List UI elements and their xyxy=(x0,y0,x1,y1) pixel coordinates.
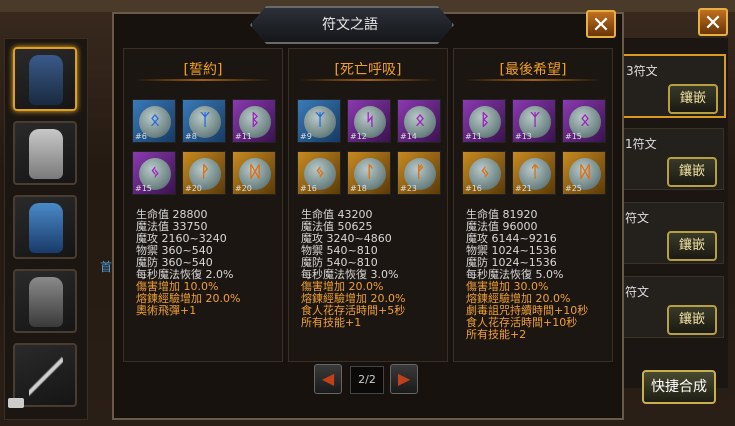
rune-number: #21 xyxy=(515,184,532,193)
rune-icon[interactable]: ᛃ #16 xyxy=(462,151,506,195)
outer-close-button[interactable]: ✕ xyxy=(698,8,728,36)
rune-number: #16 xyxy=(465,184,482,193)
runeword-title: [死亡呼吸] xyxy=(334,62,402,78)
rune-number: #11 xyxy=(465,132,482,141)
runeword-title: [誓約] xyxy=(183,62,223,78)
rune-slot-label: 3符文 xyxy=(626,64,658,78)
rune-icon[interactable]: ᛋ #12 xyxy=(347,99,391,143)
rune-glyph-icon: ᛃ xyxy=(150,162,160,181)
equipment-slot-grey-dress[interactable] xyxy=(13,269,77,333)
embed-button[interactable]: 鑲嵌 xyxy=(667,231,717,261)
rune-icon[interactable]: ᛉ #13 xyxy=(512,99,556,143)
rune-slot-row[interactable]: 3符文 鑲嵌 xyxy=(618,54,726,118)
next-page-button[interactable]: ▶ xyxy=(390,364,418,394)
rune-glyph-icon: ᛟ xyxy=(415,110,425,129)
rune-icon[interactable]: ᛉ #9 xyxy=(297,99,341,143)
rune-glyph-icon: ᚠ xyxy=(415,162,425,181)
rune-glyph-icon: ᛞ xyxy=(580,162,590,181)
rune-glyph-icon: ᛚ xyxy=(365,162,375,181)
equipment-slot-robe[interactable] xyxy=(13,121,77,185)
equipment-slot-blue-dress[interactable] xyxy=(13,195,77,259)
dress-icon xyxy=(29,277,63,327)
rune-number: #20 xyxy=(235,184,252,193)
rune-glyph-icon: ᛉ xyxy=(530,110,540,129)
rune-glyph-icon: ᛉ xyxy=(200,110,210,129)
rune-number: #25 xyxy=(565,184,582,193)
stat-line: 所有技能+2 xyxy=(466,328,527,341)
rune-glyph-icon: ᛃ xyxy=(315,162,325,181)
rune-icon[interactable]: ᚹ #20 xyxy=(182,151,226,195)
title-underline xyxy=(134,79,272,81)
stat-line: 奧術飛彈+1 xyxy=(136,304,197,317)
title-underline xyxy=(464,79,602,81)
embed-button[interactable]: 鑲嵌 xyxy=(667,157,717,187)
rune-glyph-icon: ᛟ xyxy=(580,110,590,129)
embed-button[interactable]: 鑲嵌 xyxy=(668,84,718,114)
prev-page-button[interactable]: ◀ xyxy=(314,364,342,394)
rune-slot-label: 1符文 xyxy=(625,137,657,151)
rune-icon[interactable]: ᛒ #11 xyxy=(462,99,506,143)
rune-number: #8 xyxy=(185,132,197,141)
pager: ◀ 2/2 ▶ xyxy=(314,364,418,394)
rune-icon[interactable]: ᛟ #14 xyxy=(397,99,441,143)
rune-number: #15 xyxy=(135,184,152,193)
robe-icon xyxy=(29,129,63,179)
rune-number: #11 xyxy=(235,132,252,141)
rune-icon[interactable]: ᛏ #21 xyxy=(512,151,556,195)
chat-icon[interactable] xyxy=(8,398,24,408)
rune-slot-label: 符文 xyxy=(625,285,650,299)
rune-slot-label: 符文 xyxy=(625,211,650,225)
armor-icon xyxy=(29,55,63,105)
equipment-list[interactable] xyxy=(4,38,88,420)
rune-icon[interactable]: ᛃ #15 xyxy=(132,151,176,195)
rune-glyph-icon: ᛃ xyxy=(480,162,490,181)
rune-icon[interactable]: ᚠ #23 xyxy=(397,151,441,195)
quick-synthesis-button[interactable]: 快捷合成 xyxy=(642,370,716,404)
rune-slot-row[interactable]: 1符文 鑲嵌 xyxy=(618,128,724,190)
rune-glyph-icon: ᛉ xyxy=(315,110,325,129)
embed-button[interactable]: 鑲嵌 xyxy=(667,305,717,335)
rune-slot-row[interactable]: 符文 鑲嵌 xyxy=(618,202,724,264)
runeword-column: [誓約] ᛟ #6 ᛉ #8 ᛒ #11 ᛃ #15 ᚹ #20 ᛞ #20 生命值 28800 魔法值 3… xyxy=(123,48,283,362)
rune-number: #20 xyxy=(185,184,202,193)
rune-number: #12 xyxy=(350,132,367,141)
rune-glyph-icon: ᛞ xyxy=(250,162,260,181)
dialog-close-button[interactable]: ✕ xyxy=(586,10,616,38)
rune-number: #13 xyxy=(515,132,532,141)
rune-icon[interactable]: ᛟ #15 xyxy=(562,99,606,143)
rune-number: #16 xyxy=(300,184,317,193)
stat-line: 所有技能+1 xyxy=(301,316,362,329)
rune-glyph-icon: ᛏ xyxy=(530,162,540,181)
rune-icon[interactable]: ᛟ #6 xyxy=(132,99,176,143)
rune-number: #14 xyxy=(400,132,417,141)
rune-number: #18 xyxy=(350,184,367,193)
equipment-slot-armor-selected[interactable] xyxy=(13,47,77,111)
rune-slot-row[interactable]: 符文 鑲嵌 xyxy=(618,276,724,338)
rune-number: #6 xyxy=(135,132,147,141)
rune-icon[interactable]: ᛞ #25 xyxy=(562,151,606,195)
page-indicator: 2/2 xyxy=(350,366,384,394)
rune-icon[interactable]: ᛚ #18 xyxy=(347,151,391,195)
dialog-title: 符文之語 xyxy=(322,17,378,33)
side-label: 首 xyxy=(100,260,113,274)
rune-icon[interactable]: ᛃ #16 xyxy=(297,151,341,195)
staff-icon xyxy=(29,351,63,401)
runeword-title: [最後希望] xyxy=(499,62,567,78)
runeword-column: [死亡呼吸] ᛉ #9 ᛋ #12 ᛟ #14 ᛃ #16 ᛚ #18 ᚠ #23 生命值 43200 魔法… xyxy=(288,48,448,362)
rune-number: #23 xyxy=(400,184,417,193)
rune-number: #15 xyxy=(565,132,582,141)
rune-number: #9 xyxy=(300,132,312,141)
rune-icon[interactable]: ᛉ #8 xyxy=(182,99,226,143)
rune-glyph-icon: ᛟ xyxy=(150,110,160,129)
rune-icon[interactable]: ᛞ #20 xyxy=(232,151,276,195)
dress-icon xyxy=(29,203,63,253)
rune-glyph-icon: ᛋ xyxy=(365,110,375,129)
rune-glyph-icon: ᚹ xyxy=(200,162,210,181)
runeword-column: [最後希望] ᛒ #11 ᛉ #13 ᛟ #15 ᛃ #16 ᛏ #21 ᛞ #25 生命值 81920 魔… xyxy=(453,48,613,362)
title-underline xyxy=(299,79,437,81)
rune-glyph-icon: ᛒ xyxy=(480,110,490,129)
rune-icon[interactable]: ᛒ #11 xyxy=(232,99,276,143)
rune-glyph-icon: ᛒ xyxy=(250,110,260,129)
